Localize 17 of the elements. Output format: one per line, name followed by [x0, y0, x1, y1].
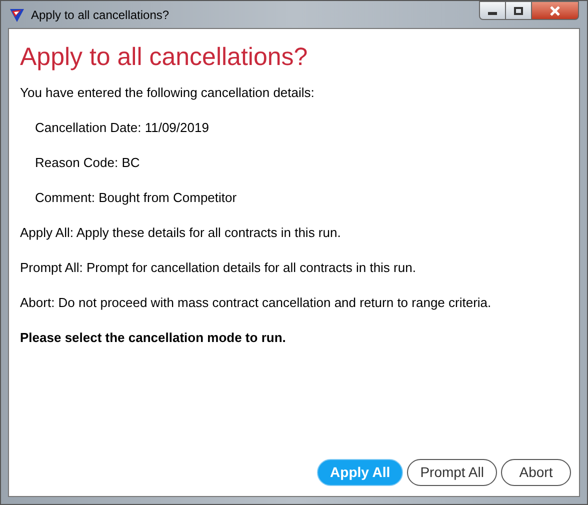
detail-text: Reason Code: BC — [35, 155, 141, 171]
detail-text: Cancellation Date: 11/09/2019 — [35, 120, 210, 136]
dialog-button[interactable]: Prompt All — [407, 459, 497, 486]
window-title: Apply to all cancellations? — [31, 6, 170, 24]
body-text: Prompt All: Prompt for cancellation details for all contracts in this run. — [20, 260, 417, 276]
close-icon — [549, 6, 561, 16]
body-text: Abort: Do not proceed with mass contract cancellation and return to range criteria. — [20, 295, 492, 311]
close-button[interactable] — [532, 1, 579, 20]
dialog-button[interactable]: Abort — [501, 459, 571, 486]
body-text: Apply All: Apply these details for all contracts in this run. — [20, 225, 342, 241]
app-logo-icon — [9, 6, 25, 22]
dialog-heading: Apply to all cancellations? — [20, 42, 309, 73]
maximize-button[interactable] — [506, 1, 532, 20]
instruction-text: Please select the cancellation mode to run. — [20, 330, 287, 346]
minimize-button[interactable] — [479, 1, 506, 20]
body-text: You have entered the following cancellation details: — [20, 85, 316, 101]
detail-text: Comment: Bought from Competitor — [35, 190, 238, 206]
